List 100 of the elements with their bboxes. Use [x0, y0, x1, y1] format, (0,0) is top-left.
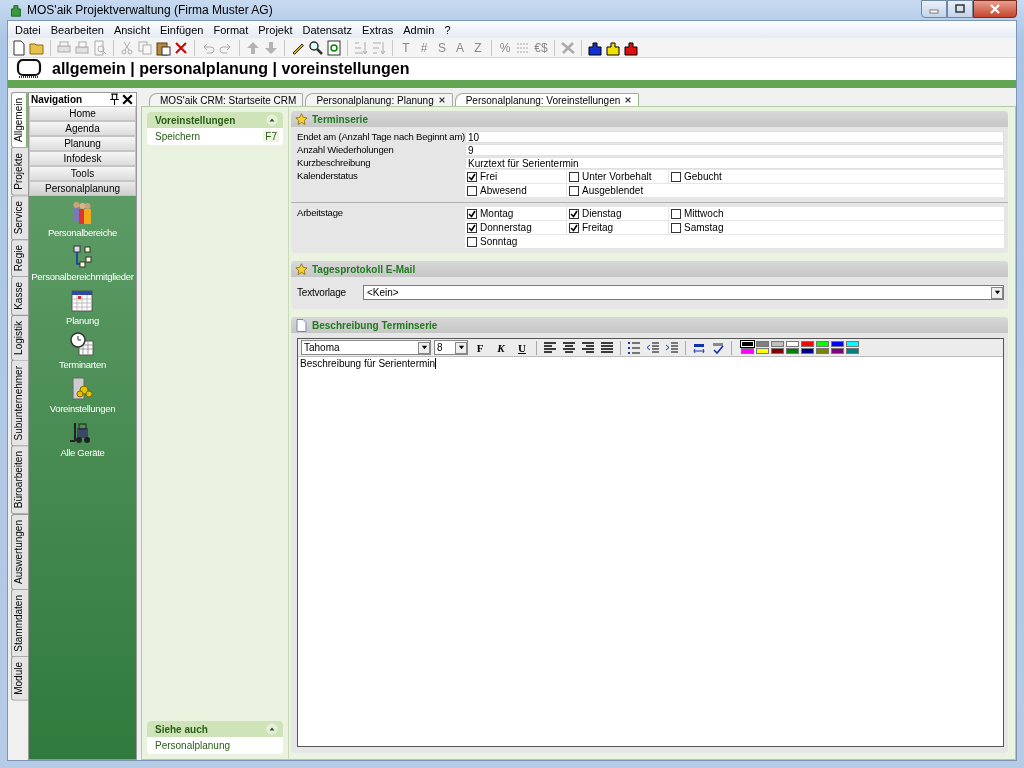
menu-item[interactable]: Projekt: [253, 23, 298, 36]
indent-icon[interactable]: [665, 340, 679, 355]
side-tab[interactable]: Module: [11, 656, 28, 702]
align-right-icon[interactable]: [581, 340, 595, 355]
color-swatch[interactable]: [846, 348, 859, 354]
color-swatch[interactable]: [801, 341, 814, 347]
color-swatch[interactable]: [846, 341, 859, 347]
nav-item-label[interactable]: Voreinstellungen: [49, 403, 116, 414]
justify-icon[interactable]: [600, 340, 614, 355]
side-tab[interactable]: Service: [11, 194, 28, 240]
checkbox[interactable]: [467, 222, 477, 233]
side-tab[interactable]: Logistik: [11, 314, 28, 361]
color-swatch[interactable]: [786, 348, 799, 354]
input-field[interactable]: Kurztext für Serientermin: [465, 157, 1004, 169]
nav-item-label[interactable]: Planung: [66, 315, 99, 326]
search-icon[interactable]: [308, 39, 324, 56]
input-field[interactable]: 10: [465, 131, 1004, 143]
menu-item[interactable]: Ansicht: [108, 23, 155, 36]
color-swatch[interactable]: [741, 348, 754, 354]
clock-calendar-icon[interactable]: [68, 331, 97, 359]
checkbox[interactable]: [569, 208, 579, 219]
menu-item[interactable]: Admin: [398, 23, 440, 36]
color-swatch[interactable]: [786, 341, 799, 347]
menu-item[interactable]: Datei: [10, 23, 46, 36]
task-link[interactable]: Personalplanung: [155, 740, 279, 751]
nav-group-button[interactable]: Personalplanung: [29, 181, 136, 196]
minimize-button[interactable]: [921, 0, 947, 18]
menu-item[interactable]: Format: [208, 23, 254, 36]
format-button[interactable]: K: [492, 339, 510, 356]
document-tab[interactable]: MOS'aik CRM: Startseite CRM: [149, 93, 304, 106]
nav-group-button[interactable]: Planung: [29, 136, 136, 151]
checkbox[interactable]: [467, 236, 477, 247]
dropdown-field[interactable]: Tahoma: [301, 340, 431, 355]
input-field[interactable]: 9: [465, 144, 1004, 156]
color-swatch[interactable]: [771, 348, 784, 354]
checkbox[interactable]: [467, 208, 477, 219]
color-swatch[interactable]: [816, 341, 829, 347]
pin-icon[interactable]: [108, 93, 121, 106]
collapse-icon[interactable]: [266, 723, 278, 735]
checkbox[interactable]: [569, 185, 579, 196]
dropdown-arrow-icon[interactable]: [457, 344, 465, 351]
puzzle-piece-icon[interactable]: [587, 39, 603, 56]
align-left-icon[interactable]: [543, 340, 557, 355]
new-document-icon[interactable]: [11, 39, 27, 56]
close-icon[interactable]: [121, 93, 134, 106]
dropdown-field[interactable]: <Kein>: [363, 285, 1004, 300]
checkbox[interactable]: [569, 222, 579, 233]
checkbox[interactable]: [467, 171, 477, 182]
nav-group-button[interactable]: Agenda: [29, 121, 136, 136]
color-swatch[interactable]: [816, 348, 829, 354]
menu-item[interactable]: Bearbeiten: [45, 23, 109, 36]
side-tab[interactable]: Allgemein: [11, 92, 28, 148]
color-swatch[interactable]: [831, 348, 844, 354]
clipboard-icon[interactable]: [155, 39, 171, 56]
bullet-list-icon[interactable]: [627, 340, 641, 355]
format-button[interactable]: F: [471, 339, 489, 356]
format-button[interactable]: U: [513, 339, 531, 356]
menu-item[interactable]: Extras: [357, 23, 399, 36]
puzzle-piece-icon[interactable]: [623, 39, 639, 56]
close-button[interactable]: [973, 0, 1017, 18]
maximize-button[interactable]: [947, 0, 973, 18]
close-icon[interactable]: [624, 96, 633, 104]
side-tab[interactable]: Auswertungen: [11, 513, 28, 590]
color-swatch[interactable]: [771, 341, 784, 347]
document-tab[interactable]: Personalplanung: Voreinstellungen: [454, 93, 640, 106]
side-tab[interactable]: Stammdaten: [11, 588, 28, 658]
menu-item[interactable]: Datensatz: [297, 23, 358, 36]
side-tab[interactable]: Kasse: [11, 276, 28, 316]
dropdown-arrow-icon[interactable]: [420, 344, 428, 351]
color-swatch[interactable]: [756, 348, 769, 354]
menu-item[interactable]: ?: [439, 23, 456, 36]
close-icon[interactable]: [437, 96, 446, 104]
dropdown-arrow-icon[interactable]: [993, 289, 1001, 296]
color-swatch[interactable]: [831, 341, 844, 347]
collapse-icon[interactable]: [266, 114, 278, 126]
side-tab[interactable]: Subunternehmer: [11, 359, 28, 447]
checkbox[interactable]: [671, 171, 681, 182]
nav-group-button[interactable]: Infodesk: [29, 151, 136, 166]
color-swatch[interactable]: [756, 341, 769, 347]
dropdown-field[interactable]: 8: [434, 340, 468, 355]
refresh-icon[interactable]: [326, 39, 342, 56]
spellcheck-icon[interactable]: [711, 340, 725, 355]
side-tab[interactable]: Projekte: [11, 146, 28, 196]
task-link[interactable]: Speichern: [155, 131, 264, 142]
align-center-icon[interactable]: [562, 340, 576, 355]
checkbox[interactable]: [569, 171, 579, 182]
document-tab[interactable]: Personalplanung: Planung: [305, 93, 453, 106]
nav-group-button[interactable]: Tools: [29, 166, 136, 181]
checkbox[interactable]: [671, 222, 681, 233]
nav-item-label[interactable]: Alle Geräte: [60, 447, 105, 458]
nav-item-label[interactable]: Terminarten: [59, 359, 106, 370]
checkbox[interactable]: [467, 185, 477, 196]
side-tab[interactable]: Büroarbeiten: [11, 445, 28, 515]
checkbox[interactable]: [671, 208, 681, 219]
delete-icon[interactable]: [173, 39, 189, 56]
side-tab[interactable]: Regie: [11, 238, 28, 278]
nav-item-label[interactable]: Personalbereichmitglieder: [31, 271, 134, 282]
nav-group-button[interactable]: Home: [29, 106, 136, 121]
menu-item[interactable]: Einfügen: [155, 23, 209, 36]
color-swatch[interactable]: [801, 348, 814, 354]
